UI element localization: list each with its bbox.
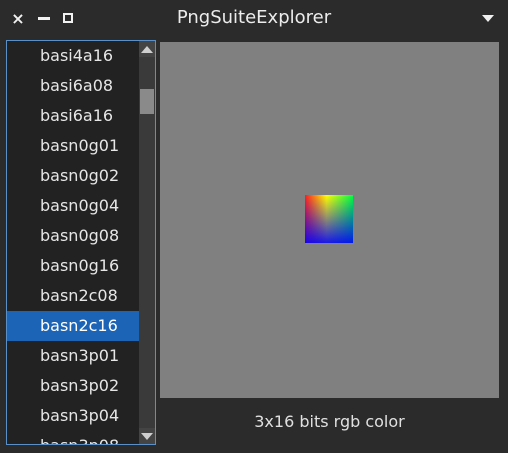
scroll-thumb[interactable]: [140, 89, 154, 114]
file-list-items: basi4a16 basi6a08 basi6a16 basn0g01 basn…: [7, 41, 139, 444]
window-title: PngSuiteExplorer: [176, 7, 332, 28]
image-preview: [160, 42, 499, 398]
list-item[interactable]: basn3p08: [7, 431, 139, 444]
title-bar: × PngSuiteExplorer: [0, 0, 508, 38]
list-item[interactable]: basn0g16: [7, 251, 139, 281]
list-item[interactable]: basn2c08: [7, 281, 139, 311]
list-item[interactable]: basi6a08: [7, 71, 139, 101]
list-scrollbar[interactable]: [139, 41, 155, 444]
list-item[interactable]: basn3p02: [7, 371, 139, 401]
list-item[interactable]: basn3p04: [7, 401, 139, 431]
list-item-selected[interactable]: basn2c16: [7, 311, 139, 341]
image-format-label: 3x16 bits rgb color: [254, 412, 405, 431]
chevron-down-icon[interactable]: [482, 15, 494, 22]
arrow-down-icon: [141, 432, 153, 440]
list-item[interactable]: basn0g08: [7, 221, 139, 251]
list-item[interactable]: basn0g04: [7, 191, 139, 221]
scroll-down-button[interactable]: [139, 428, 155, 444]
file-list[interactable]: basi4a16 basi6a08 basi6a16 basn0g01 basn…: [6, 40, 156, 445]
png-preview-image: [305, 195, 353, 243]
list-item[interactable]: basn0g01: [7, 131, 139, 161]
scroll-up-button[interactable]: [139, 41, 155, 57]
arrow-up-icon: [141, 45, 153, 53]
list-item[interactable]: basi6a16: [7, 101, 139, 131]
list-item[interactable]: basi4a16: [7, 41, 139, 71]
list-item[interactable]: basn0g02: [7, 161, 139, 191]
list-item[interactable]: basn3p01: [7, 341, 139, 371]
